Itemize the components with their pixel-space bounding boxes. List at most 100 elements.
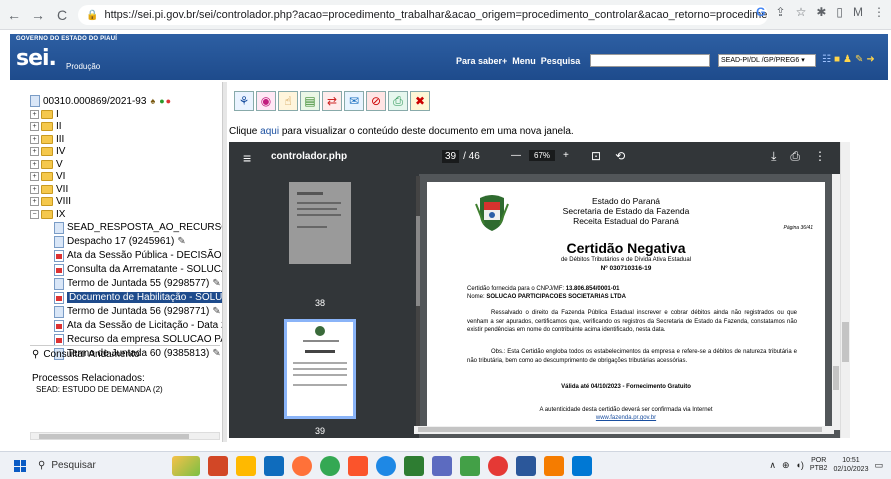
related-item[interactable]: SEAD: ESTUDO DE DEMANDA (2) [32,384,163,395]
edge-icon[interactable] [376,456,396,476]
expand-icon[interactable]: + [30,147,39,157]
document-label[interactable]: Recurso da empresa SOLUCAO PAI [67,334,222,345]
thumbnail-page-39[interactable] [284,319,356,419]
pesquisa-link[interactable]: Pesquisa [541,56,581,66]
gmail-icon[interactable]: M [853,5,863,19]
collapse-icon[interactable]: − [30,209,39,219]
forward-button[interactable]: → [28,5,48,25]
tree-document[interactable]: Ata da Sessão de Licitação - Data 2: [30,319,222,333]
tray-chevron-icon[interactable]: ∧ [769,460,776,471]
document-label[interactable]: Termo de Juntada 55 (9298577) [67,278,209,289]
thumbs-up-icon[interactable]: ☝ [278,91,298,111]
address-bar[interactable]: 🔒 https://sei.pi.gov.br/sei/controlador.… [78,5,768,25]
clock[interactable]: 10:51 02/10/2023 [833,456,868,474]
open-here-link[interactable]: aqui [260,126,279,137]
expand-icon[interactable]: + [30,134,39,144]
email-icon[interactable]: ✉ [344,91,364,111]
expand-icon[interactable]: + [30,197,39,207]
document-label[interactable]: Ata da Sessão Pública - DECISÃO E [67,250,222,261]
share-icon[interactable]: ⇪ [776,5,786,19]
document-label[interactable]: SEAD_RESPOSTA_AO_RECURSO [67,222,222,233]
eye-icon[interactable]: ◉ [256,91,276,111]
file-explorer-icon[interactable] [236,456,256,476]
tree-horizontal-scrollbar[interactable] [30,432,220,440]
user-icon[interactable]: ♟ [843,54,852,65]
ranking-icon[interactable]: ♠ [150,96,155,106]
expand-icon[interactable]: + [30,122,39,132]
unit-select[interactable]: SEAD-PI/DL /GP/PREG6 ▾ [718,54,816,67]
menu-link[interactable]: Menu [512,56,536,66]
expand-icon[interactable]: + [30,172,39,182]
firefox-icon[interactable] [292,456,312,476]
document-label[interactable]: Despacho 17 (9245961) [67,236,174,247]
tree-folder[interactable]: + V [30,158,222,171]
store-icon[interactable] [264,456,284,476]
tree-folder[interactable]: + IV [30,146,222,159]
page-number-input[interactable]: 39 [442,150,460,163]
chrome-icon[interactable] [320,456,340,476]
print-icon[interactable]: ⎙ [388,91,408,111]
frame-horizontal-scrollbar[interactable] [414,426,834,434]
more-options-icon[interactable]: ⋮ [814,149,826,164]
tree-document[interactable]: Ata da Sessão Pública - DECISÃO E [30,249,222,263]
tree-folder[interactable]: + VIII [30,196,222,209]
consult-andamento-link[interactable]: ⚲ Consultar Andamento [32,349,140,360]
tree-document[interactable]: Consulta da Arrematante - SOLUCA [30,263,222,277]
fit-page-icon[interactable]: ⊡ [591,149,601,163]
excel-icon[interactable] [460,456,480,476]
expand-icon[interactable]: + [30,184,39,194]
tree-folder[interactable]: + VII [30,183,222,196]
sei-logo[interactable]: sei. [16,46,57,71]
pdf-vertical-scrollbar[interactable] [832,174,840,430]
tree-document[interactable]: Termo de Juntada 55 (9298577) ✎ [30,277,222,291]
tree-folder[interactable]: + VI [30,171,222,184]
office-icon[interactable] [544,456,564,476]
notifications-icon[interactable]: ▭ [874,460,883,471]
document-label[interactable]: Ata da Sessão de Licitação - Data 2: [67,320,222,331]
tree-folder[interactable]: + I [30,108,222,121]
panel-divider[interactable] [222,82,227,442]
tree-folder[interactable]: + III [30,133,222,146]
thumbnail-scrollbar[interactable] [416,176,420,431]
move-icon[interactable]: ⇄ [322,91,342,111]
star-icon[interactable]: ☆ [796,5,807,19]
network-icon[interactable]: ⊕ [782,460,790,471]
process-number-row[interactable]: 00310.000869/2021-93 ♠ ● ● [30,94,222,108]
expand-icon[interactable]: + [30,109,39,119]
tree-folder[interactable]: + II [30,121,222,134]
zoom-input[interactable]: 67% [529,150,556,161]
calculator-icon[interactable] [432,456,452,476]
sidepanel-icon[interactable]: ▯ [836,5,843,19]
media-icon[interactable] [488,456,508,476]
rotate-icon[interactable]: ⟲ [615,149,625,163]
header-search-input[interactable] [590,54,710,67]
back-button[interactable]: ← [4,5,24,25]
document-label[interactable]: Termo de Juntada 56 (9298771) [67,306,209,317]
thumbnail-page-38[interactable] [289,182,351,264]
language-indicator[interactable]: POR PTB2 [810,457,828,473]
tree-document[interactable]: SEAD_RESPOSTA_AO_RECURSO [30,221,222,235]
volume-icon[interactable]: ◖) [795,460,803,470]
document-label[interactable]: Consulta da Arrematante - SOLUCA [67,264,222,275]
print-icon[interactable]: ⎙ [790,149,800,164]
powerpoint-icon[interactable] [208,456,228,476]
zoom-in-button[interactable]: + [563,150,569,161]
frame-vertical-scrollbar[interactable] [840,142,850,438]
hamburger-menu-icon[interactable]: ≡ [243,150,251,166]
para-saber-link[interactable]: Para saber+ [456,56,507,66]
menu-kebab-icon[interactable]: ⋮ [873,5,885,19]
windows-start-icon[interactable] [14,460,26,472]
document-label[interactable]: Documento de Habilitação - SOLUC [67,292,222,303]
tree-document[interactable]: Despacho 17 (9245961) ✎ [30,235,222,249]
download-icon[interactable]: ⤓ [771,149,776,164]
photos-icon[interactable] [572,456,592,476]
zoom-out-button[interactable]: — [511,150,521,161]
expand-icon[interactable]: + [30,159,39,169]
google-icon[interactable]: G [756,5,765,19]
exit-icon[interactable]: ➜ [866,54,874,65]
fazenda-link[interactable]: www.fazenda.pr.gov.br [427,415,825,421]
cancel-icon[interactable]: ⊘ [366,91,386,111]
document-edit-icon[interactable]: ▤ [300,91,320,111]
brave-icon[interactable] [348,456,368,476]
notes-icon[interactable]: ■ [834,54,840,65]
